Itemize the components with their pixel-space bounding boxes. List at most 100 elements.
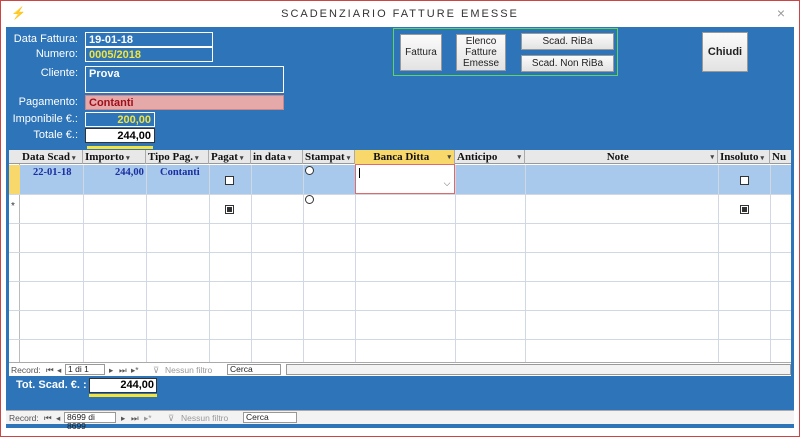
col-banca-ditta-label: Banca Ditta — [373, 151, 430, 163]
filter-status[interactable]: Nessun filtro — [165, 365, 212, 375]
col-insoluto[interactable]: Insoluto ▾ — [718, 150, 770, 164]
col-in-data[interactable]: in data ▾ — [251, 150, 303, 164]
pagamento-field[interactable]: Contanti — [85, 95, 284, 110]
insoluto-checkbox-new[interactable] — [740, 205, 749, 214]
col-nu[interactable]: Nu — [770, 150, 791, 164]
elenco-line3: Emesse — [462, 58, 500, 69]
sort-arrow-icon: ▾ — [447, 153, 451, 161]
new-record-icon[interactable]: ▸* — [144, 413, 152, 424]
first-record-icon[interactable]: ⏮ — [44, 413, 52, 424]
grid-search-input[interactable]: Cerca — [227, 364, 281, 375]
new-record-marker: * — [11, 201, 15, 212]
col-stampat-label: Stampat — [305, 151, 345, 163]
grid-line — [9, 281, 791, 282]
grid-line — [303, 165, 304, 372]
prev-record-icon[interactable]: ◂ — [56, 413, 60, 424]
col-anticipo[interactable]: Anticipo ▾ — [455, 150, 525, 164]
cell-data-scad[interactable]: 22-01-18 — [33, 167, 72, 178]
col-pagat-label: Pagat — [211, 151, 238, 163]
app-window: ⚡ SCADENZIARIO FATTURE EMESSE × Data Fat… — [0, 0, 800, 437]
sort-arrow-icon: ▾ — [346, 154, 351, 162]
data-fattura-field[interactable]: 19-01-18 — [85, 32, 213, 47]
grid-line — [9, 310, 791, 311]
record-position-field[interactable]: 8699 di 8699 — [64, 412, 116, 431]
tot-scad-label: Tot. Scad. €. : — [16, 379, 87, 391]
grid-line — [525, 165, 526, 372]
last-record-icon[interactable]: ⏭ — [119, 365, 127, 376]
grid-line — [9, 194, 791, 195]
scad-non-riba-button[interactable]: Scad. Non RiBa — [521, 55, 614, 72]
col-pagat[interactable]: Pagat ▾ — [209, 150, 251, 164]
col-tipo-pag-label: Tipo Pag. — [148, 151, 194, 163]
col-importo[interactable]: Importo ▾ — [83, 150, 146, 164]
form-area: Data Fattura: 19-01-18 Numero: 0005/2018… — [6, 27, 794, 431]
banca-ditta-combo[interactable]: ⌵ — [355, 164, 455, 194]
window-title: SCADENZIARIO FATTURE EMESSE — [281, 8, 519, 20]
col-tipo-pag[interactable]: Tipo Pag. ▾ — [146, 150, 209, 164]
record-selector-column[interactable] — [9, 164, 20, 372]
subform-nav-bar: Record: ⏮ ◂ 1 di 1 ▸ ⏭ ▸* ⊽ Nessun filtr… — [9, 362, 791, 376]
col-banca-ditta[interactable]: Banca Ditta ▾ — [355, 150, 455, 164]
button-group: Fattura Elenco Fatture Emesse Scad. RiBa… — [393, 28, 618, 76]
horizontal-scrollbar[interactable] — [286, 364, 791, 375]
filter-icon[interactable]: ⊽ — [153, 365, 159, 376]
stampato-radio-new[interactable] — [305, 195, 314, 204]
current-record-selector[interactable] — [9, 165, 20, 194]
filter-status[interactable]: Nessun filtro — [181, 413, 228, 423]
sort-arrow-icon: ▾ — [239, 154, 244, 162]
filter-icon[interactable]: ⊽ — [168, 413, 174, 424]
form-search-input[interactable]: Cerca — [243, 412, 297, 423]
sort-arrow-icon: ▾ — [710, 153, 714, 161]
data-fattura-label: Data Fattura: — [13, 33, 78, 45]
totale-underline — [87, 146, 153, 149]
sort-arrow-icon: ▾ — [71, 154, 76, 162]
insoluto-checkbox[interactable] — [740, 176, 749, 185]
last-record-icon[interactable]: ⏭ — [131, 413, 139, 424]
new-record-icon[interactable]: ▸* — [131, 365, 139, 376]
sort-arrow-icon: ▾ — [287, 154, 292, 162]
pagamento-label: Pagamento: — [18, 96, 78, 108]
grid-line — [251, 165, 252, 372]
grid-line — [146, 165, 147, 372]
first-record-icon[interactable]: ⏮ — [46, 365, 54, 376]
elenco-fatture-button[interactable]: Elenco Fatture Emesse — [456, 34, 506, 71]
col-data-scad-label: Data Scad — [22, 151, 70, 163]
grid-header: Data Scad ▾ Importo ▾ Tipo Pag. ▾ Pagat ▾ in… — [9, 150, 791, 164]
title-bar: ⚡ SCADENZIARIO FATTURE EMESSE × — [1, 1, 799, 27]
grid-line — [9, 252, 791, 253]
form-nav-bar: Record: ⏮ ◂ 8699 di 8699 ▸ ⏭ ▸* ⊽ Nessun… — [6, 410, 794, 431]
next-record-icon[interactable]: ▸ — [109, 365, 113, 376]
fattura-button[interactable]: Fattura — [400, 34, 442, 71]
col-anticipo-label: Anticipo — [457, 151, 498, 163]
col-stampat[interactable]: Stampat ▾ — [303, 150, 355, 164]
next-record-icon[interactable]: ▸ — [121, 413, 125, 424]
chevron-down-icon[interactable]: ⌵ — [441, 173, 453, 193]
grid-line — [9, 339, 791, 340]
pagato-checkbox[interactable] — [225, 176, 234, 185]
scad-riba-button[interactable]: Scad. RiBa — [521, 33, 614, 50]
record-position-field[interactable]: 1 di 1 — [65, 364, 105, 375]
totale-field[interactable]: 244,00 — [85, 128, 155, 143]
cell-importo[interactable]: 244,00 — [115, 167, 144, 178]
close-icon[interactable]: × — [777, 5, 785, 21]
pagato-checkbox-new[interactable] — [225, 205, 234, 214]
cell-tipo-pag[interactable]: Contanti — [160, 167, 200, 178]
sort-arrow-icon: ▾ — [517, 153, 521, 161]
col-note[interactable]: Note ▾ — [525, 150, 718, 164]
numero-field[interactable]: 0005/2018 — [85, 47, 213, 62]
tot-underline — [89, 394, 157, 397]
elenco-line2: Fatture — [465, 47, 497, 58]
chiudi-button[interactable]: Chiudi — [702, 32, 748, 72]
tot-scad-field[interactable]: 244,00 — [89, 378, 157, 393]
grid-line — [770, 165, 771, 372]
prev-record-icon[interactable]: ◂ — [57, 365, 61, 376]
stampato-radio[interactable] — [305, 166, 314, 175]
sort-arrow-icon: ▾ — [126, 154, 130, 162]
col-data-scad[interactable]: Data Scad ▾ — [20, 150, 83, 164]
col-insoluto-label: Insoluto — [720, 151, 759, 163]
imponibile-field[interactable]: 200,00 — [85, 112, 155, 127]
cliente-field[interactable]: Prova — [85, 66, 284, 93]
col-note-label: Note — [606, 151, 629, 163]
cliente-label: Cliente: — [40, 67, 78, 79]
record-label: Record: — [9, 413, 39, 423]
